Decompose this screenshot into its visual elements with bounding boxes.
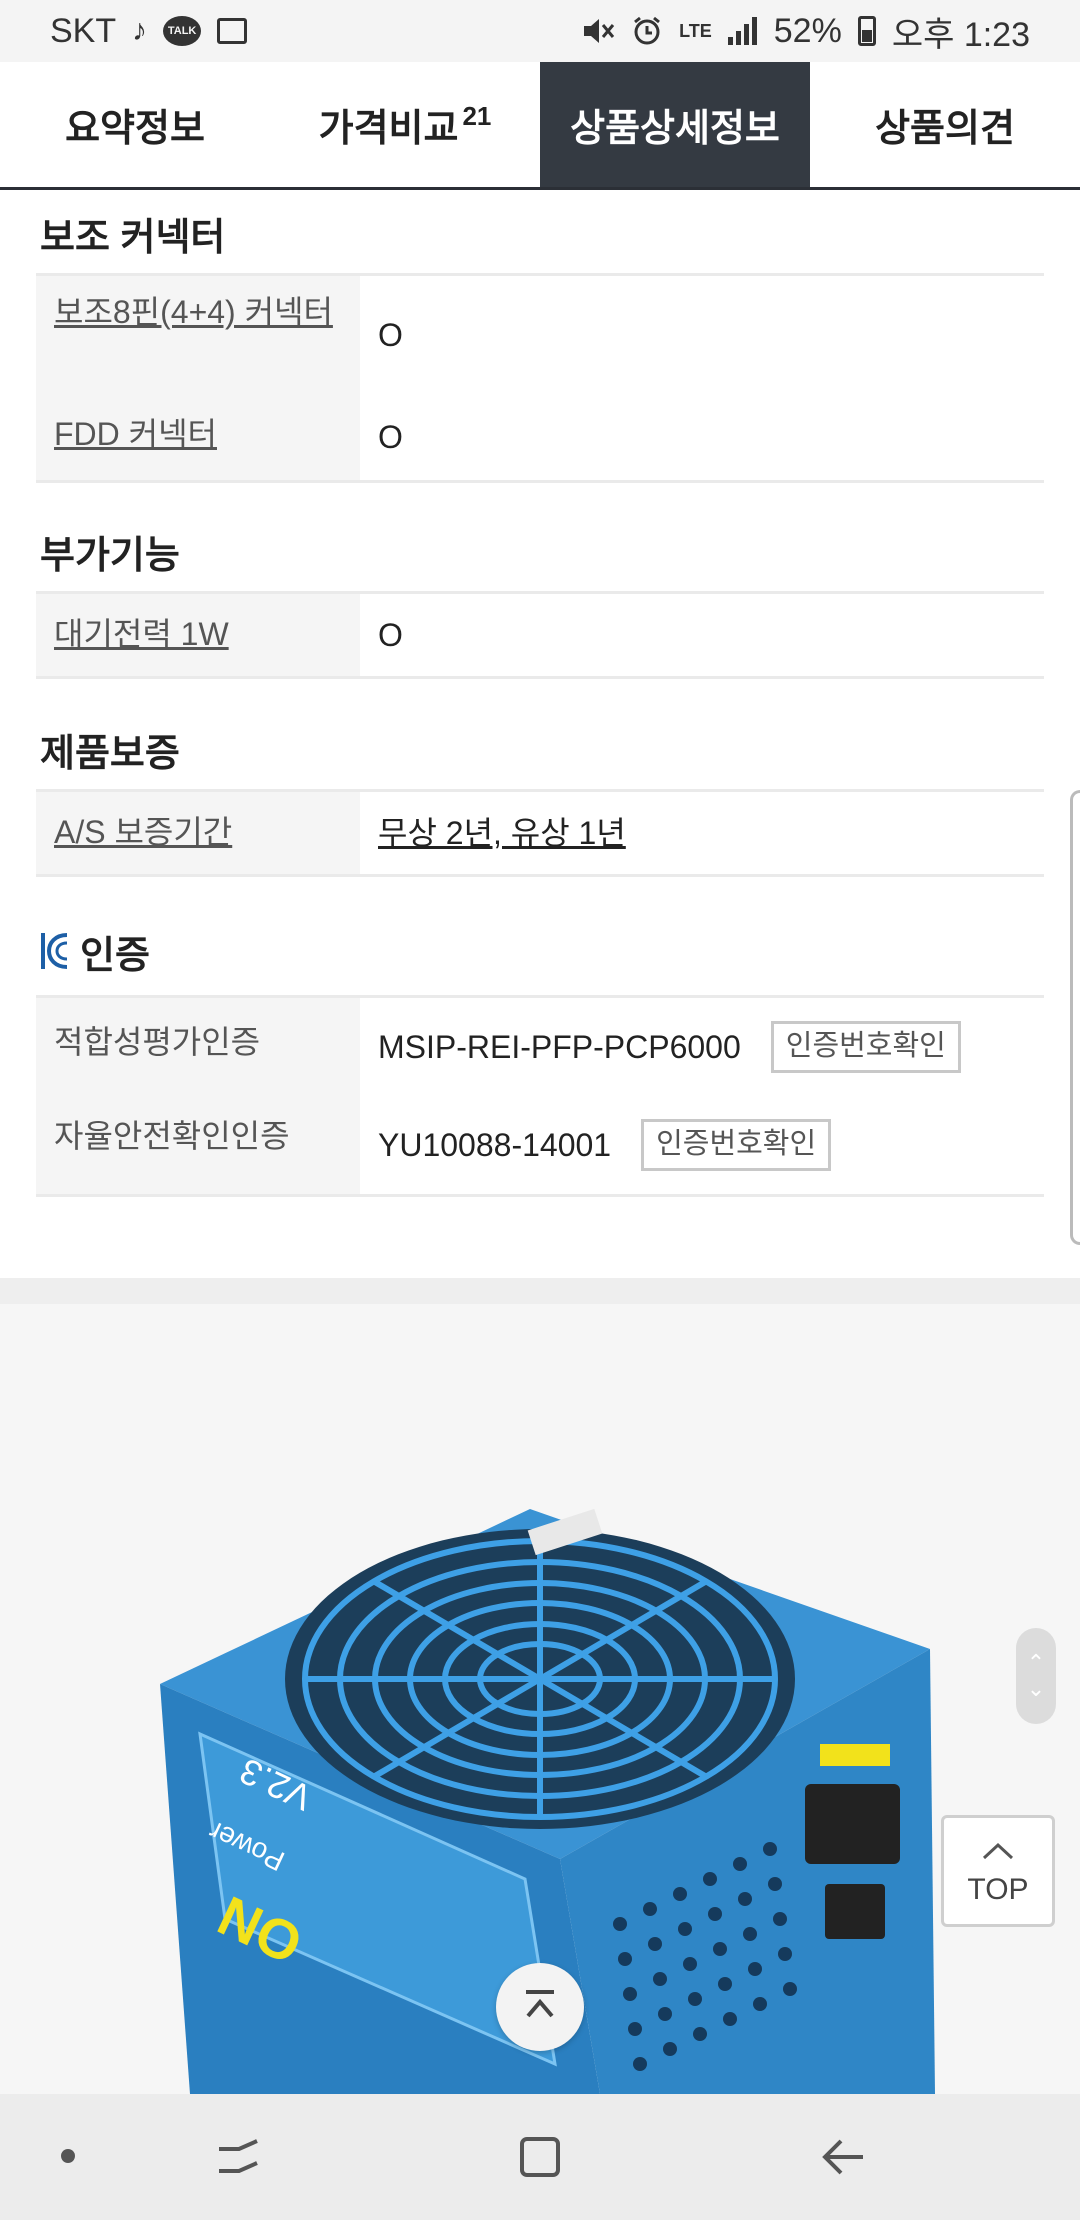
spec-table: 적합성평가인증 MSIP-REI-PFP-PCP6000 인증번호확인 자율안전… [36, 995, 1044, 1197]
table-row: A/S 보증기간 무상 2년, 유상 1년 [36, 792, 1044, 874]
table-row: 적합성평가인증 MSIP-REI-PFP-PCP6000 인증번호확인 [36, 998, 1044, 1096]
cert-number: YU10088-14001 [378, 1126, 612, 1163]
tab-summary[interactable]: 요약정보 [0, 62, 270, 187]
verify-cert-button[interactable]: 인증번호확인 [641, 1119, 832, 1171]
spec-value: O [378, 418, 403, 455]
kakaotalk-icon: TALK [163, 16, 202, 46]
music-note-icon: ♪ [132, 14, 148, 47]
spec-label-link[interactable]: FDD 커넥터 [36, 394, 360, 480]
mute-icon [581, 16, 615, 46]
section-title: 제품보증 [40, 732, 180, 775]
table-row: FDD 커넥터 O [36, 394, 1044, 480]
table-row: 대기전력 1W O [36, 594, 1044, 676]
table-row: 자율안전확인인증 YU10088-14001 인증번호확인 [36, 1096, 1044, 1194]
verify-cert-button[interactable]: 인증번호확인 [770, 1021, 961, 1073]
spec-label-link[interactable]: 대기전력 1W [36, 594, 360, 676]
connector-section: 보조 커넥터 보조8핀(4+4) 커넥터 O FDD 커넥터 O [0, 193, 1080, 483]
tab-price-compare[interactable]: 가격비교 21 [270, 62, 540, 187]
certification-section: 인증 적합성평가인증 MSIP-REI-PFP-PCP6000 인증번호확인 자… [0, 907, 1080, 1197]
warranty-section: 제품보증 A/S 보증기간 무상 2년, 유상 1년 [0, 709, 1080, 877]
tab-badge: 21 [462, 101, 492, 131]
kc-mark-icon [40, 930, 70, 972]
tab-label: 가격비교 [318, 108, 459, 150]
section-divider [0, 1278, 1080, 1304]
clock: 오후 1:23 [891, 15, 1030, 54]
chevron-up-icon: ⌃ [1026, 1649, 1046, 1675]
status-bar: SKT ♪ TALK LTE 52% 오후 1:23 [0, 0, 1080, 62]
spec-value-cell: MSIP-REI-PFP-PCP6000 인증번호확인 [360, 998, 1044, 1096]
spec-label: 자율안전확인인증 [36, 1096, 360, 1194]
gallery-icon [217, 18, 248, 44]
tab-label: 요약정보 [65, 108, 205, 150]
section-title-text: 인증 [80, 934, 150, 977]
signal-icon [727, 17, 758, 45]
spec-table: A/S 보증기간 무상 2년, 유상 1년 [36, 789, 1044, 877]
spec-value-cell: YU10088-14001 인증번호확인 [360, 1096, 1044, 1194]
extra-features-section: 부가기능 대기전력 1W O [0, 511, 1080, 679]
side-panel-handle[interactable] [1070, 790, 1080, 1245]
lte-icon: LTE [679, 20, 712, 41]
spec-value-link[interactable]: 무상 2년, 유상 1년 [360, 792, 1044, 874]
spec-table: 대기전력 1W O [36, 591, 1044, 679]
spec-label-link[interactable]: A/S 보증기간 [36, 792, 360, 874]
section-title: 보조 커넥터 [40, 216, 226, 259]
top-label: TOP [967, 1873, 1029, 1906]
spec-value: O [378, 616, 403, 653]
product-tabs: 요약정보 가격비교 21 상품상세정보 상품의견 [0, 62, 1080, 190]
carrier-label: SKT [50, 11, 117, 50]
home-icon[interactable] [512, 2130, 568, 2184]
table-row: 보조8핀(4+4) 커넥터 O [36, 276, 1044, 394]
spec-content: 보조 커넥터 보조8핀(4+4) 커넥터 O FDD 커넥터 O 부가기능 대기… [0, 193, 1080, 1197]
recent-apps-icon[interactable] [210, 2132, 266, 2182]
tab-product-reviews[interactable]: 상품의견 [810, 62, 1080, 187]
tab-product-details[interactable]: 상품상세정보 [540, 62, 810, 187]
alarm-icon [631, 15, 663, 47]
chevron-up-icon [981, 1835, 1015, 1869]
chevron-down-icon: ⌄ [1026, 1676, 1046, 1701]
section-title: 부가기능 [40, 534, 180, 577]
cert-number: MSIP-REI-PFP-PCP6000 [378, 1028, 741, 1065]
spec-table: 보조8핀(4+4) 커넥터 O FDD 커넥터 O [36, 273, 1044, 483]
tab-label: 상품의견 [875, 108, 1015, 150]
spec-label-link[interactable]: 보조8핀(4+4) 커넥터 [36, 276, 360, 394]
collapse-button[interactable] [496, 1963, 584, 2051]
battery-percent: 52% [773, 11, 842, 50]
scroll-to-top-button[interactable]: TOP [941, 1815, 1055, 1927]
spec-value: O [378, 316, 403, 353]
nav-dot-icon[interactable] [56, 2144, 80, 2168]
fast-scroll-handle[interactable]: ⌃ ⌄ [1016, 1628, 1056, 1724]
collapse-up-icon [520, 1988, 560, 2027]
battery-icon [857, 16, 876, 46]
back-icon[interactable] [816, 2130, 872, 2184]
tab-label: 상품상세정보 [570, 108, 780, 150]
section-title: 인증 [36, 907, 1044, 995]
system-nav-bar [0, 2094, 1080, 2220]
spec-label: 적합성평가인증 [36, 998, 360, 1096]
